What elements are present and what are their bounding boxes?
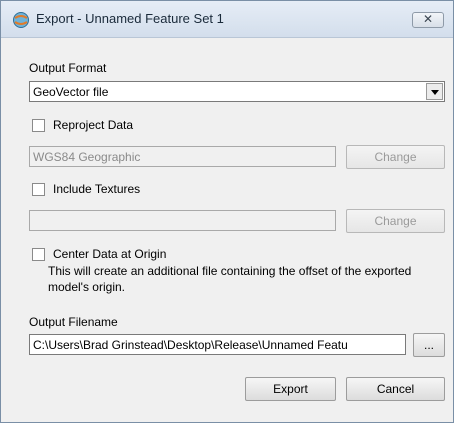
textures-path-field bbox=[29, 210, 336, 231]
output-format-value: GeoVector file bbox=[33, 85, 109, 99]
output-filename-value: C:\Users\Brad Grinstead\Desktop\Release\… bbox=[33, 338, 348, 352]
title-bar[interactable]: Export - Unnamed Feature Set 1 ✕ bbox=[1, 1, 453, 38]
reproject-projection-value: WGS84 Geographic bbox=[33, 150, 141, 164]
browse-button[interactable]: ... bbox=[413, 333, 445, 357]
output-format-select[interactable]: GeoVector file bbox=[29, 81, 445, 102]
close-icon: ✕ bbox=[422, 12, 434, 26]
output-filename-label: Output Filename bbox=[29, 315, 118, 329]
reproject-checkbox[interactable] bbox=[32, 119, 45, 132]
export-button[interactable]: Export bbox=[245, 377, 336, 401]
include-textures-label[interactable]: Include Textures bbox=[53, 182, 140, 196]
cancel-button[interactable]: Cancel bbox=[346, 377, 445, 401]
reproject-projection-field: WGS84 Geographic bbox=[29, 146, 336, 167]
close-button[interactable]: ✕ bbox=[412, 12, 444, 28]
include-textures-checkbox[interactable] bbox=[32, 183, 45, 196]
textures-change-button[interactable]: Change bbox=[346, 209, 445, 233]
reproject-change-button[interactable]: Change bbox=[346, 145, 445, 169]
export-globe-icon bbox=[12, 11, 30, 29]
window-title: Export - Unnamed Feature Set 1 bbox=[36, 11, 224, 26]
output-filename-field[interactable]: C:\Users\Brad Grinstead\Desktop\Release\… bbox=[29, 334, 406, 355]
center-origin-label[interactable]: Center Data at Origin bbox=[53, 247, 166, 261]
center-origin-description: This will create an additional file cont… bbox=[48, 264, 412, 294]
output-format-label: Output Format bbox=[29, 61, 107, 75]
reproject-label[interactable]: Reproject Data bbox=[53, 118, 133, 132]
export-dialog: Export - Unnamed Feature Set 1 ✕ Output … bbox=[0, 0, 454, 423]
chevron-down-icon[interactable] bbox=[426, 83, 443, 100]
center-origin-checkbox[interactable] bbox=[32, 248, 45, 261]
